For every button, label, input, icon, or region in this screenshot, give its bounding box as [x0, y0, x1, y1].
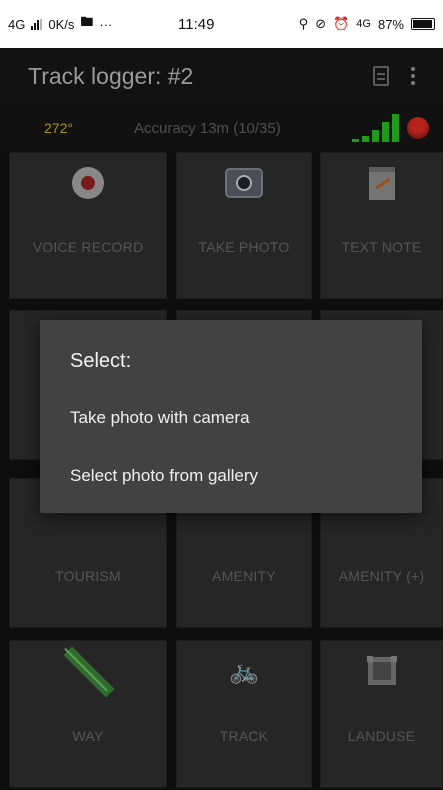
select-dialog: Select: Take photo with camera Select ph… — [40, 320, 422, 513]
take-photo-option[interactable]: Take photo with camera — [70, 408, 250, 428]
select-from-gallery-option[interactable]: Select photo from gallery — [70, 466, 258, 486]
dialog-title: Select: — [70, 350, 132, 372]
